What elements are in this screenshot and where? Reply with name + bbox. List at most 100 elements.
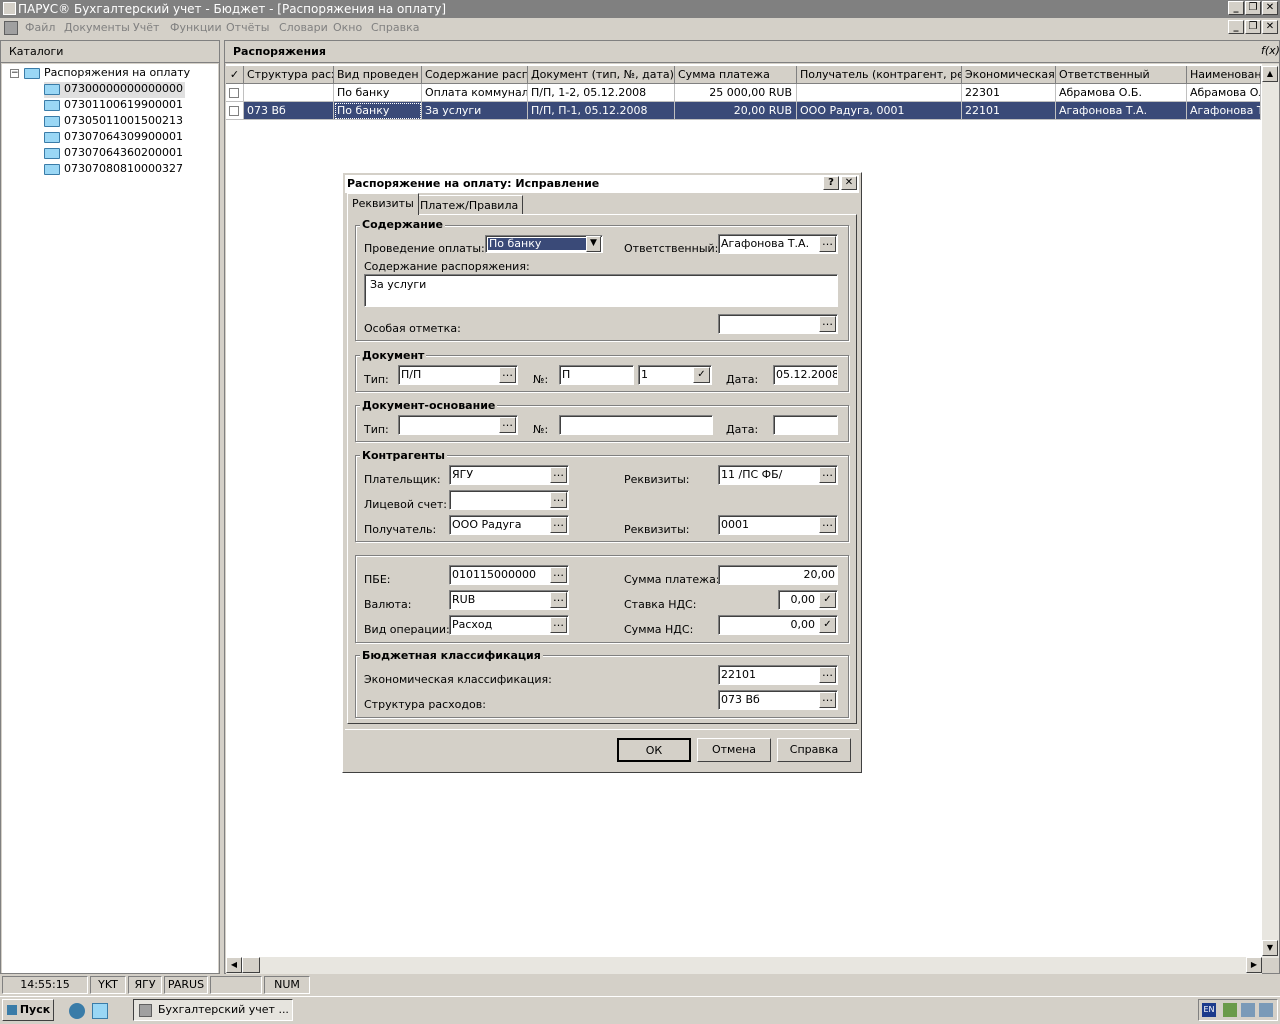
row-checkbox[interactable] xyxy=(229,88,239,98)
scroll-left-arrow-icon[interactable]: ◀ xyxy=(226,957,242,973)
ie-icon[interactable] xyxy=(69,1003,85,1019)
ellipsis-icon[interactable]: … xyxy=(819,316,836,332)
menu-reports[interactable]: Отчёты xyxy=(226,21,269,34)
child-minimize-button[interactable]: _ xyxy=(1228,20,1244,34)
minimize-button[interactable]: _ xyxy=(1228,1,1244,15)
doc-type-field[interactable]: П/П … xyxy=(398,365,518,385)
ellipsis-icon[interactable]: … xyxy=(819,517,836,533)
table-row[interactable]: По банку Оплата коммуналь П/П, 1-2, 05.1… xyxy=(226,84,1261,102)
menu-file[interactable]: Файл xyxy=(25,21,55,34)
currency-field[interactable]: RUB … xyxy=(449,590,569,610)
order-text-field[interactable]: За услуги xyxy=(364,274,838,307)
col-header[interactable]: Сумма платежа xyxy=(675,66,797,84)
help-button[interactable]: Справка xyxy=(777,738,851,762)
dialog-close-icon[interactable]: ✕ xyxy=(841,176,857,190)
tree-collapse-toggle[interactable]: − xyxy=(10,69,19,78)
ellipsis-icon[interactable]: … xyxy=(499,417,516,433)
special-mark-field[interactable]: … xyxy=(718,314,838,334)
col-header[interactable]: Экономическая к xyxy=(962,66,1056,84)
tray-network-icon[interactable] xyxy=(1223,1003,1237,1017)
ellipsis-icon[interactable]: … xyxy=(550,492,567,508)
expense-struct-field[interactable]: 073 Вб … xyxy=(718,690,838,710)
menu-help[interactable]: Справка xyxy=(371,21,419,34)
dialog-help-icon[interactable]: ? xyxy=(823,176,839,190)
col-header[interactable]: Ответственный xyxy=(1056,66,1187,84)
menu-functions[interactable]: Функции xyxy=(170,21,222,34)
scroll-down-arrow-icon[interactable]: ▼ xyxy=(1262,940,1278,956)
menu-accounting[interactable]: Учёт xyxy=(133,21,159,34)
quicklaunch-icon[interactable] xyxy=(92,1003,108,1019)
cancel-button[interactable]: Отмена xyxy=(697,738,771,762)
ellipsis-icon[interactable]: … xyxy=(550,467,567,483)
basis-number-field[interactable] xyxy=(559,415,713,435)
vertical-scrollbar[interactable]: ▲ ▼ xyxy=(1262,64,1279,958)
scroll-up-arrow-icon[interactable]: ▲ xyxy=(1262,66,1278,82)
responsible-field[interactable]: Агафонова Т.А. … xyxy=(718,234,838,254)
doc-date-field[interactable]: 05.12.2008 xyxy=(773,365,838,385)
tree-item[interactable]: 07305011001500213 xyxy=(44,114,183,130)
doc-icon[interactable] xyxy=(4,21,18,35)
tree-item[interactable]: 07300000000000000 xyxy=(44,82,185,98)
payer-requisites-field[interactable]: 11 /ПС ФБ/ … xyxy=(718,465,838,485)
ellipsis-icon[interactable]: … xyxy=(550,567,567,583)
checkmark-icon[interactable]: ✓ xyxy=(819,592,836,608)
child-close-button[interactable]: ✕ xyxy=(1262,20,1278,34)
operation-field[interactable]: Расход … xyxy=(449,615,569,635)
col-header[interactable]: Вид проведен xyxy=(334,66,422,84)
ellipsis-icon[interactable]: … xyxy=(819,236,836,252)
tray-app-icon[interactable] xyxy=(1241,1003,1255,1017)
ellipsis-icon[interactable]: … xyxy=(550,517,567,533)
account-field[interactable]: … xyxy=(449,490,569,510)
menu-dictionaries[interactable]: Словари xyxy=(279,21,328,34)
start-button[interactable]: Пуск xyxy=(2,999,54,1021)
doc-prefix-field[interactable]: П xyxy=(559,365,634,385)
check-all-header[interactable]: ✓ xyxy=(226,66,244,84)
ellipsis-icon[interactable]: … xyxy=(499,367,516,383)
basis-date-field[interactable] xyxy=(773,415,838,435)
sum-field[interactable]: 20,00 xyxy=(718,565,838,585)
row-checkbox[interactable] xyxy=(229,106,239,116)
menu-window[interactable]: Окно xyxy=(333,21,362,34)
vat-sum-field[interactable]: 0,00 ✓ xyxy=(718,615,838,635)
col-header[interactable]: Наименование xyxy=(1187,66,1261,84)
recipient-requisites-field[interactable]: 0001 … xyxy=(718,515,838,535)
checkmark-icon[interactable]: ✓ xyxy=(693,367,710,383)
tree-root[interactable]: Распоряжения на оплату xyxy=(24,66,190,82)
ellipsis-icon[interactable]: … xyxy=(550,592,567,608)
table-row[interactable]: 073 Вб По банку За услуги П/П, П-1, 05.1… xyxy=(226,102,1261,120)
language-indicator[interactable]: EN xyxy=(1202,1003,1216,1017)
tree-item[interactable]: 07307064360200001 xyxy=(44,146,183,162)
horizontal-scrollbar[interactable]: ◀ ▶ xyxy=(226,957,1262,974)
doc-number-field[interactable]: 1 ✓ xyxy=(638,365,712,385)
tree-item[interactable]: 07307064309900001 xyxy=(44,130,183,146)
app-icon[interactable] xyxy=(3,2,16,15)
tray-app-icon[interactable] xyxy=(1259,1003,1273,1017)
ellipsis-icon[interactable]: … xyxy=(550,617,567,633)
tree-item[interactable]: 07307080810000327 xyxy=(44,162,183,178)
tree-item[interactable]: 07301100619900001 xyxy=(44,98,183,114)
ellipsis-icon[interactable]: … xyxy=(819,667,836,683)
pbe-field[interactable]: 010115000000 … xyxy=(449,565,569,585)
payer-field[interactable]: ЯГУ … xyxy=(449,465,569,485)
tab-payment-rules[interactable]: Платеж/Правила xyxy=(415,195,524,215)
taskbar-app-button[interactable]: Бухгалтерский учет ... xyxy=(133,999,293,1021)
child-restore-button[interactable]: ❐ xyxy=(1245,20,1261,34)
ok-button[interactable]: ОК xyxy=(617,738,691,762)
menu-documents[interactable]: Документы xyxy=(64,21,130,34)
ellipsis-icon[interactable]: … xyxy=(819,467,836,483)
restore-button[interactable]: ❐ xyxy=(1245,1,1261,15)
tab-requisites[interactable]: Реквизиты xyxy=(347,193,419,215)
chevron-down-icon[interactable]: ▼ xyxy=(586,236,601,252)
col-header[interactable]: Содержание распо xyxy=(422,66,528,84)
col-header[interactable]: Документ (тип, №, дата) xyxy=(528,66,675,84)
recipient-field[interactable]: ООО Радуга … xyxy=(449,515,569,535)
vat-rate-field[interactable]: 0,00 ✓ xyxy=(778,590,838,610)
econ-class-field[interactable]: 22101 … xyxy=(718,665,838,685)
col-header[interactable]: Структура расх xyxy=(244,66,334,84)
col-header[interactable]: Получатель (контрагент, рекв xyxy=(797,66,962,84)
basis-type-field[interactable]: … xyxy=(398,415,518,435)
close-button[interactable]: ✕ xyxy=(1262,1,1278,15)
ellipsis-icon[interactable]: … xyxy=(819,692,836,708)
scroll-right-arrow-icon[interactable]: ▶ xyxy=(1246,957,1262,973)
checkmark-icon[interactable]: ✓ xyxy=(819,617,836,633)
